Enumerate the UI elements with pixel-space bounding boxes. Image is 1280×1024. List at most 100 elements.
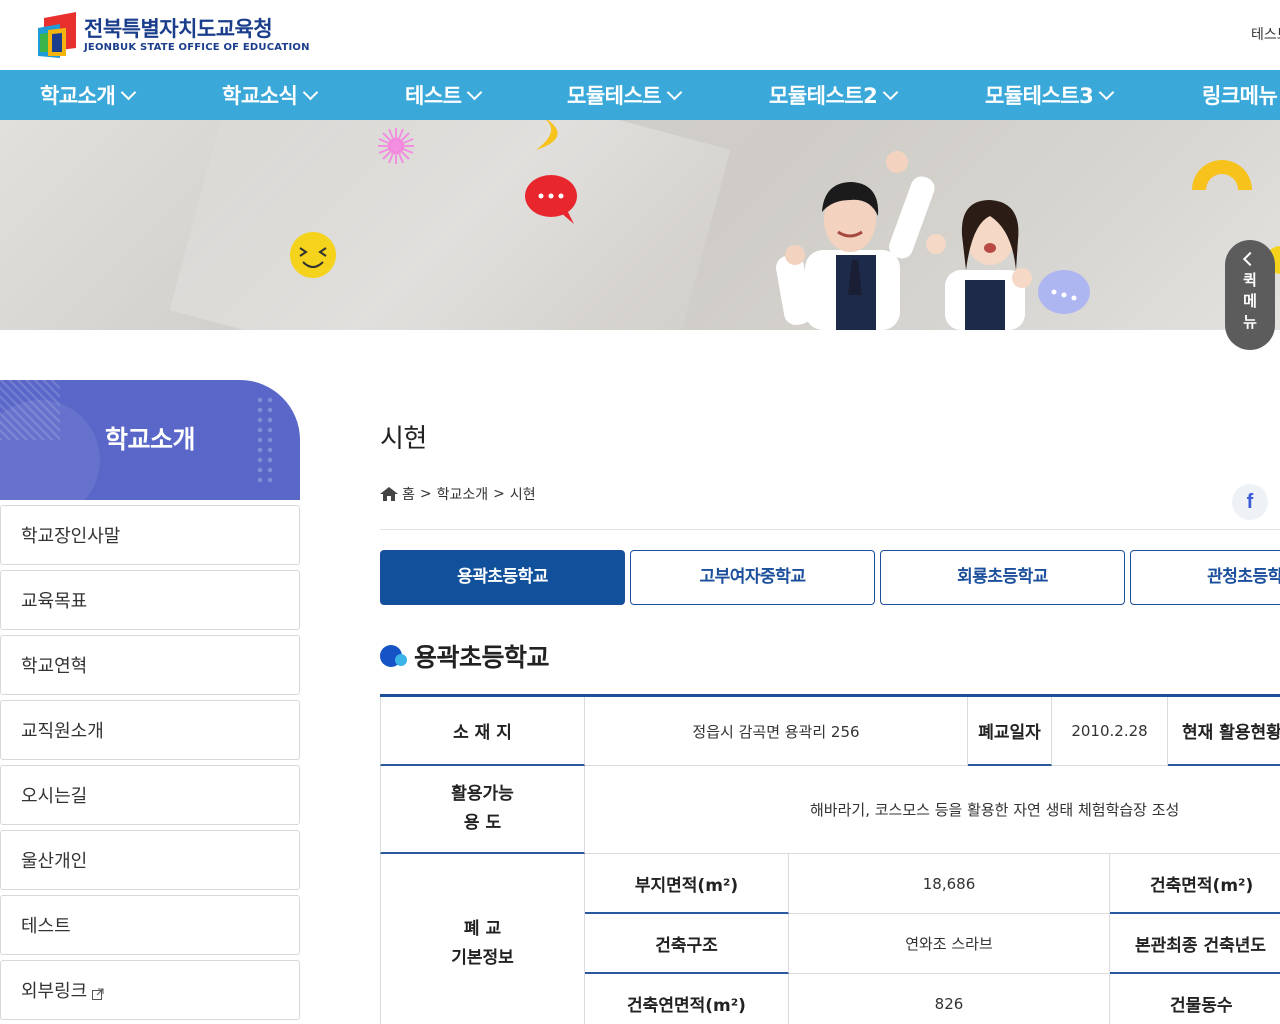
closed-school-info-table: 소 재 지 정읍시 감곡면 용곽리 256 폐교일자 2010.2.28 현재 … bbox=[380, 694, 1280, 1024]
sidebar-item-label: 오시는길 bbox=[21, 786, 88, 807]
basic-info-label: 폐 교 기본정보 bbox=[380, 854, 585, 1024]
home-icon[interactable] bbox=[380, 487, 398, 501]
chevron-down-icon bbox=[1098, 84, 1115, 100]
closed-date-value: 2010.2.28 bbox=[1052, 697, 1168, 766]
page-title: 시현 bbox=[380, 424, 427, 454]
logo-english: JEONBUK STATE OFFICE OF EDUCATION bbox=[84, 42, 310, 53]
top-utility-link[interactable]: 테스트 bbox=[1251, 24, 1280, 44]
facebook-share-button[interactable]: f bbox=[1232, 484, 1268, 520]
breadcrumb-separator: > bbox=[419, 486, 432, 502]
structure-value: 연와조 스라브 bbox=[789, 914, 1110, 974]
usable-purpose-label-line2: 용 도 bbox=[463, 813, 502, 833]
quick-menu-label-3: 뉴 bbox=[1243, 313, 1257, 331]
logo-emblem-icon bbox=[38, 12, 76, 58]
sidebar-item-principal-greeting[interactable]: 학교장인사말 bbox=[0, 505, 300, 565]
breadcrumb-level1[interactable]: 학교소개 bbox=[437, 484, 489, 504]
students-illustration bbox=[776, 151, 1032, 330]
sidebar-item-staff[interactable]: 교직원소개 bbox=[0, 700, 300, 760]
section-bullet-icon bbox=[380, 644, 408, 668]
tab-yonggwak[interactable]: 용곽초등학교 bbox=[380, 550, 625, 605]
sidebar-title: 학교소개 bbox=[104, 425, 196, 454]
tab-gwancheong[interactable]: 관청초등학교 bbox=[1130, 550, 1280, 605]
building-count-label: 건물동수 bbox=[1110, 974, 1280, 1024]
structure-label: 건축구조 bbox=[585, 914, 789, 974]
chevron-down-icon bbox=[467, 84, 483, 100]
building-area-label: 건축면적(m²) bbox=[1110, 854, 1280, 914]
floor-area-label: 건축연면적(m²) bbox=[585, 974, 789, 1024]
site-logo[interactable]: 전북특별자치도교육청 JEONBUK STATE OFFICE OF EDUCA… bbox=[38, 12, 310, 58]
location-value: 정읍시 감곡면 용곽리 256 bbox=[585, 697, 968, 766]
usable-purpose-label: 활용가능 용 도 bbox=[380, 766, 585, 854]
section-title-text: 용곽초등학교 bbox=[414, 643, 550, 672]
basic-info-label-line1: 폐 교 bbox=[463, 918, 502, 939]
chevron-left-icon bbox=[1242, 251, 1258, 267]
gnb-label: 테스트 bbox=[405, 84, 462, 108]
yellow-emoji-icon bbox=[290, 232, 336, 278]
land-area-value: 18,686 bbox=[789, 854, 1110, 914]
quick-menu-button[interactable]: 퀵 메 뉴 bbox=[1225, 240, 1275, 350]
yellow-arc-icon bbox=[1192, 160, 1252, 190]
land-area-label: 부지면적(m²) bbox=[585, 854, 789, 914]
sidebar-item-directions[interactable]: 오시는길 bbox=[0, 765, 300, 825]
lavender-chat-bubble-icon bbox=[1038, 270, 1090, 314]
final-build-year-label: 본관최종 건축년도 bbox=[1110, 914, 1280, 974]
usable-purpose-value: 해바라기, 코스모스 등을 활용한 자연 생태 체험학습장 조성 bbox=[585, 766, 1280, 854]
gnb-label: 학교소개 bbox=[40, 84, 116, 108]
gnb-item-module-test[interactable]: 모듈테스트 bbox=[567, 70, 683, 120]
facebook-icon: f bbox=[1246, 491, 1254, 513]
logo-text: 전북특별자치도교육청 JEONBUK STATE OFFICE OF EDUCA… bbox=[84, 16, 310, 54]
gnb-item-module-test-2[interactable]: 모듈테스트2 bbox=[769, 70, 899, 120]
content-divider bbox=[380, 529, 1280, 530]
gnb-label: 모듈테스트 bbox=[567, 84, 662, 108]
gnb-label: 링크메뉴 bbox=[1202, 84, 1278, 108]
global-navigation: 학교소개 학교소식 테스트 모듈테스트 모듈테스트2 모듈테스트3 링크메뉴 bbox=[0, 70, 1280, 120]
floor-area-value: 826 bbox=[789, 974, 1110, 1024]
sidebar-menu: 학교장인사말 교육목표 학교연혁 교직원소개 오시는길 울산개인 테스트 외부링… bbox=[0, 505, 300, 1024]
sidebar-item-label: 울산개인 bbox=[21, 851, 88, 872]
gnb-label: 모듈테스트3 bbox=[985, 84, 1094, 108]
sidebar-item-label: 교육목표 bbox=[21, 591, 88, 612]
gnb-item-test[interactable]: 테스트 bbox=[405, 70, 483, 120]
logo-korean: 전북특별자치도교육청 bbox=[84, 17, 273, 41]
usable-purpose-label-line1: 활용가능 bbox=[451, 784, 514, 804]
tab-gobu[interactable]: 고부여자중학교 bbox=[630, 550, 875, 605]
sidebar-item-label: 외부링크 bbox=[21, 981, 88, 1002]
sidebar-item-label: 학교연혁 bbox=[21, 656, 88, 677]
quick-menu-label-2: 메 bbox=[1243, 292, 1257, 310]
gnb-item-school-intro[interactable]: 학교소개 bbox=[40, 70, 137, 120]
sidebar-header: 학교소개 bbox=[0, 380, 300, 500]
current-use-label: 현재 활용현황 bbox=[1168, 697, 1280, 766]
tab-hoeryong[interactable]: 회룡초등학교 bbox=[880, 550, 1125, 605]
sidebar-item-label: 테스트 bbox=[21, 916, 71, 937]
breadcrumb: 홈 > 학교소개 > 시현 bbox=[380, 484, 536, 504]
closed-date-label: 폐교일자 bbox=[968, 697, 1052, 766]
quick-menu-label-1: 퀵 bbox=[1243, 271, 1257, 289]
location-label: 소 재 지 bbox=[380, 697, 585, 766]
site-header: 전북특별자치도교육청 JEONBUK STATE OFFICE OF EDUCA… bbox=[0, 0, 1280, 70]
sidebar-item-external-link[interactable]: 외부링크 bbox=[0, 960, 300, 1020]
gnb-item-link-menu[interactable]: 링크메뉴 bbox=[1202, 70, 1278, 120]
chevron-down-icon bbox=[666, 84, 683, 100]
sidebar-item-education-goals[interactable]: 교육목표 bbox=[0, 570, 300, 630]
external-link-icon bbox=[92, 984, 104, 1000]
pink-burst-icon bbox=[378, 128, 414, 164]
breadcrumb-separator: > bbox=[493, 486, 505, 502]
basic-info-label-line2: 기본정보 bbox=[451, 947, 514, 968]
banner-illustration bbox=[290, 120, 1280, 330]
sidebar-item-school-history[interactable]: 학교연혁 bbox=[0, 635, 300, 695]
gnb-item-school-news[interactable]: 학교소식 bbox=[222, 70, 319, 120]
sidebar-item-label: 교직원소개 bbox=[21, 721, 104, 742]
visual-banner bbox=[0, 120, 1280, 330]
section-title: 용곽초등학교 bbox=[380, 638, 550, 674]
yellow-crescent-icon bbox=[536, 120, 558, 150]
sidebar-item-ulsan-personal[interactable]: 울산개인 bbox=[0, 830, 300, 890]
sidebar-item-test[interactable]: 테스트 bbox=[0, 895, 300, 955]
sidebar-item-label: 학교장인사말 bbox=[21, 526, 121, 547]
red-chat-bubble-icon bbox=[525, 175, 577, 224]
gnb-item-module-test-3[interactable]: 모듈테스트3 bbox=[985, 70, 1115, 120]
chevron-down-icon bbox=[303, 84, 319, 100]
breadcrumb-current: 시현 bbox=[509, 487, 536, 503]
gnb-label: 학교소식 bbox=[222, 84, 298, 108]
chevron-down-icon bbox=[121, 84, 137, 100]
breadcrumb-home[interactable]: 홈 bbox=[402, 484, 415, 504]
